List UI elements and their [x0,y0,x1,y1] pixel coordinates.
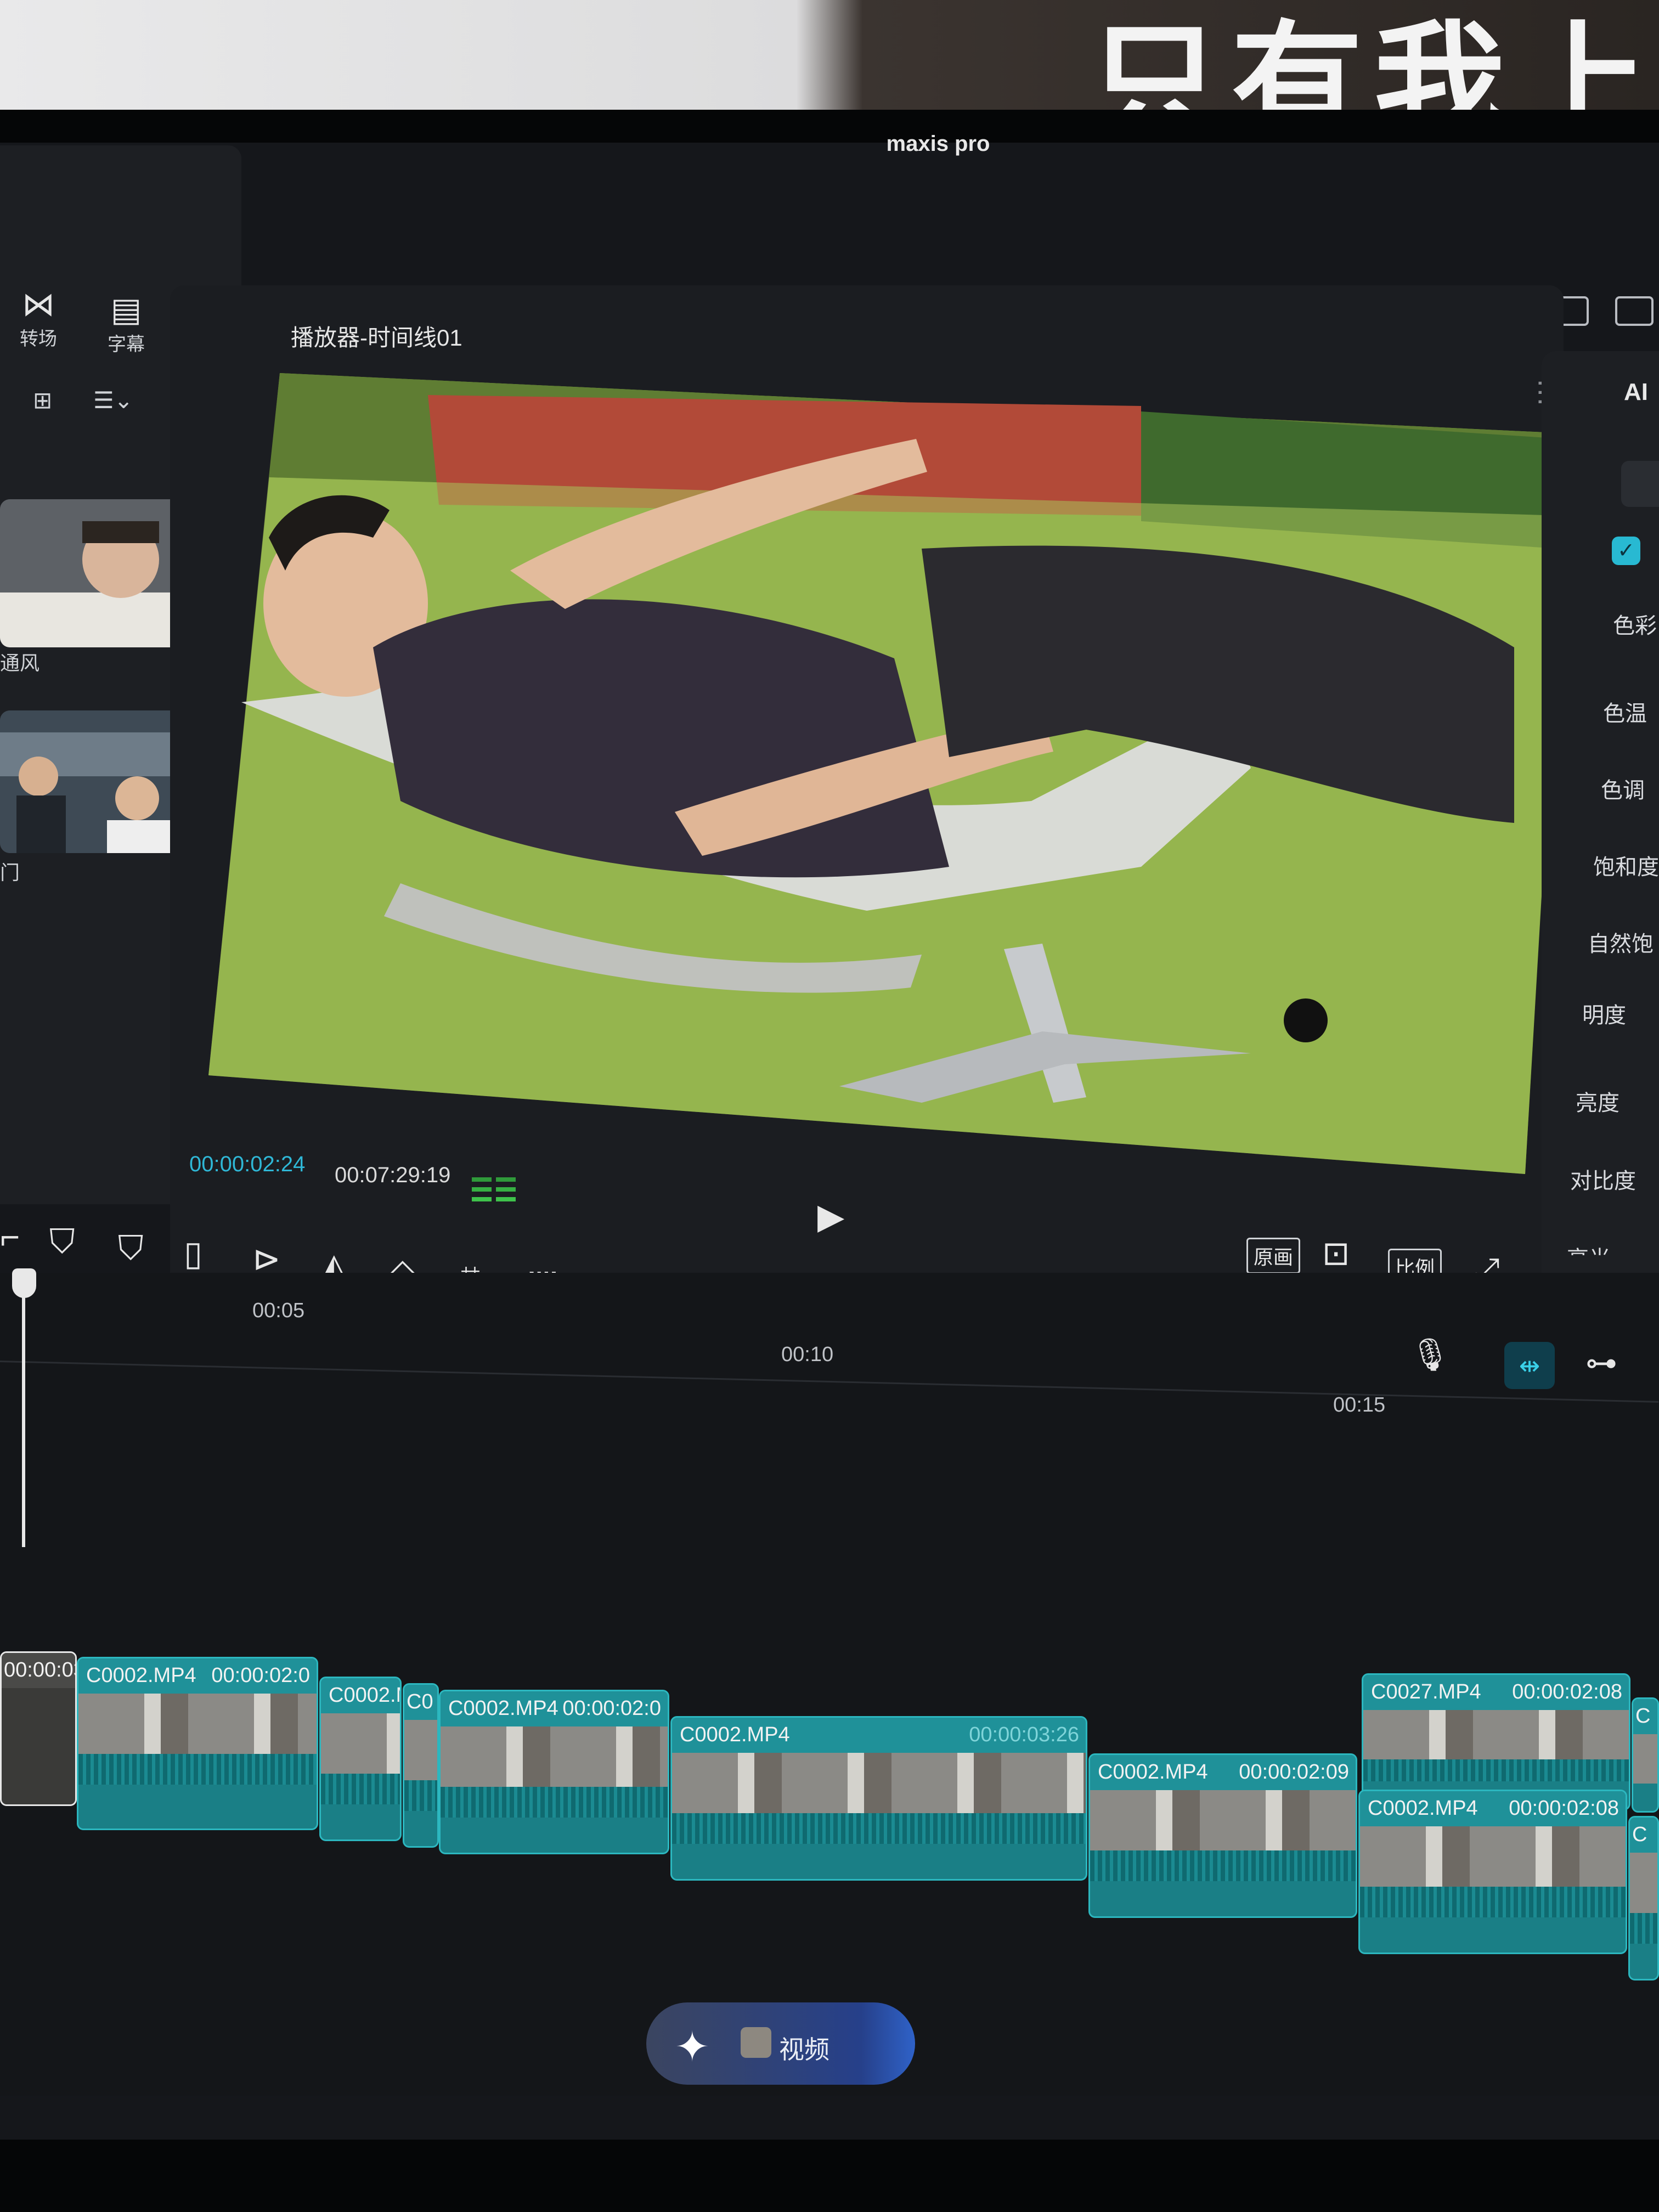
clip-waveform [672,1813,1086,1844]
adjust-saturation[interactable]: 饱和度 [1593,849,1659,881]
clip-name: C0002.MP4 [680,1723,790,1746]
ai-video-label: 视频 [779,2035,830,2064]
clip-waveform [1360,1887,1626,1917]
clip-thumbnails [78,1694,317,1754]
clip-waveform [441,1787,668,1818]
clip-name: C0 [407,1690,433,1713]
tab-subtitle[interactable]: ▤ 字幕 [88,291,165,356]
ruler-tick-5: 00:05 [252,1299,305,1322]
video-preview[interactable] [208,373,1569,1185]
media-item-2[interactable] [0,710,198,853]
clip-thumbnails [441,1726,668,1787]
clip-waveform [404,1780,437,1811]
split-icon[interactable]: ⌐ [0,1218,20,1257]
clip-duration: 00:00:02:08 [1509,1797,1619,1820]
subtitle-icon: ▤ [110,291,142,328]
clip-thumbnails [1633,1734,1657,1784]
original-quality-button[interactable]: 原画 [1246,1238,1301,1274]
tab-ai[interactable]: AI [1624,379,1648,406]
clip-waveform [1090,1850,1356,1881]
tab-subtitle-label: 字幕 [108,334,145,355]
snap-toggle[interactable]: ⇹ [1504,1342,1555,1389]
clip-duration: 00:00:03:2 [4,1658,75,1681]
play-button[interactable]: ▶ [817,1196,844,1237]
sparkle-icon: ✦ [675,2024,710,2070]
timeline-clip-selected[interactable]: 00:00:03:2 [0,1651,77,1806]
clip-duration: 00:00:02:08 [1512,1680,1622,1703]
clip-duration: 00:00:02:0 [211,1664,310,1687]
adjust-lightness[interactable]: 明度 [1582,997,1626,1029]
media-item-1[interactable] [0,499,198,647]
media-thumbnail [0,710,198,853]
clip-waveform [321,1774,400,1804]
checkbox-enabled[interactable]: ✓ [1612,537,1640,565]
timeline-clip[interactable]: C [1632,1697,1659,1813]
clip-thumbnails [321,1713,400,1774]
inspector-toggle[interactable] [1621,461,1659,507]
tab-transition-label: 转场 [20,329,57,349]
clip-name: C [1632,1823,1647,1846]
timeline-clip[interactable]: C0002.MP4 00:00:02:0 [439,1690,669,1854]
clip-name: C0002.MP4 [1368,1797,1478,1820]
sort-icon[interactable]: ☰⌄ [93,387,133,414]
player-title: 播放器-时间线01 [291,325,462,351]
mark-in-icon[interactable]: ⛉ [49,1222,75,1262]
media-thumbnail [0,499,198,647]
clip-thumbnails [1363,1710,1629,1759]
timeline-clip[interactable]: C0 [403,1683,439,1848]
ruler-tick-10: 00:10 [781,1343,834,1366]
app-title: maxis pro [886,132,990,156]
adjust-contrast[interactable]: 对比度 [1570,1163,1636,1195]
timeline-clip[interactable]: C [1628,1816,1659,1980]
adjust-highlight[interactable]: 高光 [1567,1241,1611,1255]
clip-name: C0002.M [329,1684,400,1707]
clip-name: C [1635,1705,1651,1728]
marker-icon[interactable]: ⛉ [118,1229,144,1268]
playhead[interactable] [22,1273,25,1547]
microphone-icon[interactable]: 🎙 [1410,1336,1451,1374]
video-thumbnail-icon [741,2027,771,2058]
timeline-clip[interactable]: C0002.MP4 00:00:02:09 [1088,1753,1357,1918]
clip-thumbnails [672,1753,1086,1813]
freeze-icon[interactable]: ▯ [184,1233,202,1273]
transition-icon: ⋈ [22,286,55,323]
clip-duration: 00:00:03:26 [969,1723,1079,1746]
clip-thumbnails [1090,1790,1356,1850]
adjust-temperature[interactable]: 色温 [1603,696,1647,727]
clip-name: C0027.MP4 [1371,1680,1481,1703]
grid-view-icon[interactable]: ⊞ [33,387,52,414]
timeline-clip[interactable]: C0002.MP4 00:00:03:26 [670,1716,1087,1881]
adjust-tint[interactable]: 色调 [1601,772,1645,804]
tab-transition[interactable]: ⋈ 转场 [0,285,77,351]
audio-meter-icon [472,1177,516,1201]
clip-duration: 00:00:02:09 [1239,1760,1349,1784]
clip-thumbnails [404,1720,437,1780]
clip-name: C0002.MP4 [448,1697,558,1720]
clip-name: C0002.MP4 [1098,1760,1208,1784]
ruler-tick-15: 00:15 [1333,1393,1386,1417]
zoom-fit-icon[interactable]: ⊡ [1322,1234,1350,1273]
timeline-clip[interactable]: C0002.MP4 00:00:02:08 [1358,1790,1627,1954]
clip-thumbnails [1360,1826,1626,1887]
adjust-vibrance[interactable]: 自然饱 [1588,926,1654,958]
adjust-brightness[interactable]: 亮度 [1576,1085,1620,1117]
clip-waveform [78,1754,317,1785]
media-item-2-label: 门 [0,861,20,884]
clip-waveform [1630,1913,1657,1944]
panel-layout-icon[interactable] [1615,296,1654,326]
link-icon[interactable]: ⊶ [1585,1344,1617,1381]
clip-waveform [1363,1759,1629,1781]
media-item-1-label: 通风 [0,652,40,674]
clip-duration: 00:00:02:0 [562,1697,661,1720]
total-timecode: 00:07:29:19 [335,1163,451,1187]
adjust-color[interactable]: 色彩 [1613,608,1657,640]
clip-name: C0002.MP4 [86,1664,196,1687]
timeline-clip[interactable]: C0002.M [319,1677,402,1841]
current-timecode: 00:00:02:24 [189,1152,306,1176]
timeline-clip[interactable]: C0002.MP4 00:00:02:0 [77,1657,318,1830]
clip-thumbnails [1630,1853,1657,1913]
